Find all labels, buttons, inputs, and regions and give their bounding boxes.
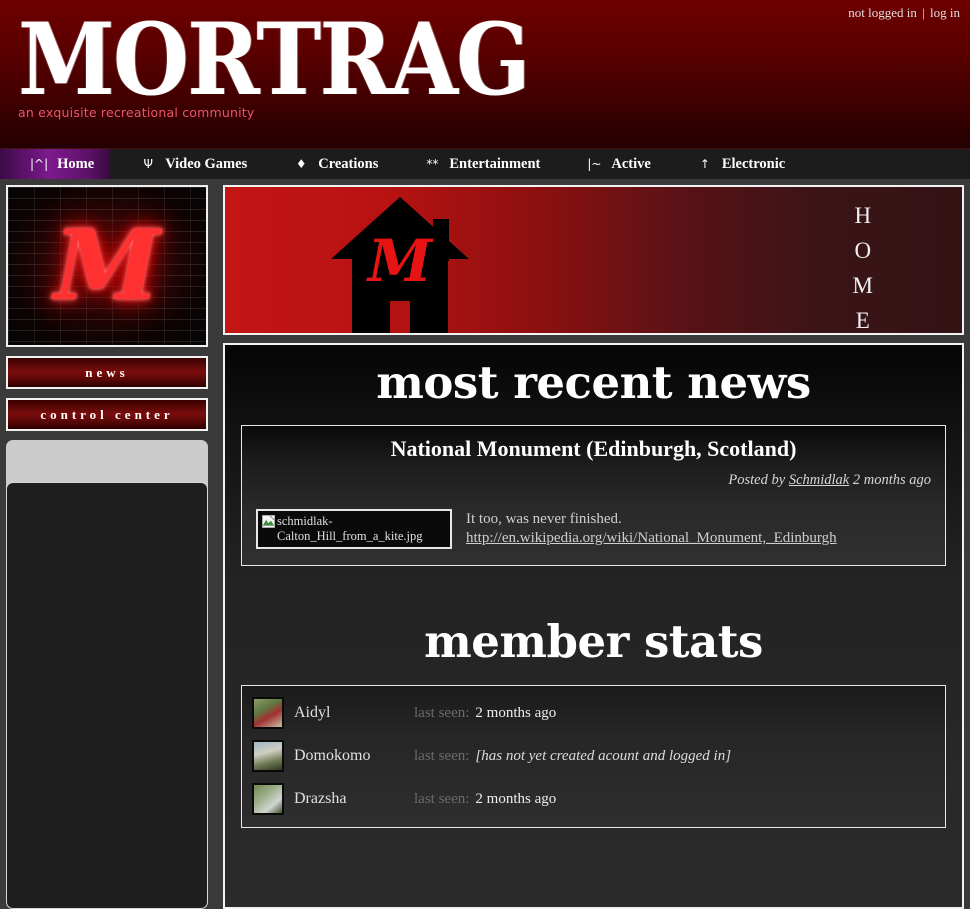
last-seen-label: last seen: <box>414 747 470 764</box>
news-post-card: National Monument (Edinburgh, Scotland) … <box>241 425 946 567</box>
nav-item-creations-label: Creations <box>318 155 379 172</box>
last-seen-value: [has not yet created acount and logged i… <box>475 747 732 764</box>
nav-item-entertainment-label: Entertainment <box>449 155 541 172</box>
nav-item-electronic[interactable]: ↑ Electronic <box>667 149 801 179</box>
login-separator: | <box>922 5 925 20</box>
members-section-title: member stats <box>424 615 763 669</box>
last-seen-value: 2 months ago <box>475 790 557 807</box>
neon-monogram-image: M <box>6 185 208 347</box>
news-post-body-line: It too, was never finished. <box>466 511 622 528</box>
news-section-title: most recent news <box>376 356 811 409</box>
nav-item-home-label: Home <box>57 155 95 172</box>
svg-text:M: M <box>366 227 434 295</box>
site-logo-text: MORTRAG <box>18 1 531 118</box>
primary-navigation: |^| Home Ψ Video Games ♦ Creations ** En… <box>0 148 970 179</box>
news-post-title: National Monument (Edinburgh, Scotland) <box>390 436 797 462</box>
log-in-link[interactable]: log in <box>930 5 960 20</box>
table-row[interactable]: Drazsha last seen: 2 months ago <box>252 778 935 821</box>
news-post-author-link[interactable]: Schmidlak <box>789 472 849 488</box>
member-name[interactable]: Drazsha <box>294 790 414 808</box>
home-icon: |^| <box>30 157 49 171</box>
sidebar-button-news[interactable]: news <box>6 356 208 389</box>
news-post-external-link[interactable]: http://en.wikipedia.org/wiki/National_Mo… <box>466 530 837 546</box>
sidebar: M news control center <box>6 185 214 909</box>
banner-letter-h: H <box>854 203 873 228</box>
nav-item-active-label: Active <box>611 155 651 172</box>
main-column: M H O M E most recent news National Monu… <box>223 185 964 909</box>
member-name[interactable]: Domokomo <box>294 747 414 765</box>
diamond-icon: ♦ <box>295 157 307 171</box>
last-seen-value: 2 months ago <box>475 704 557 721</box>
last-seen-label: last seen: <box>414 704 470 721</box>
sidebar-button-news-label: news <box>85 364 129 380</box>
broken-image-placeholder[interactable]: schmidlak-Calton_Hill_from_a_kite.jpg <box>256 509 452 550</box>
house-icon: M <box>331 197 469 333</box>
sidebar-button-control-center-label: control center <box>40 406 174 422</box>
site-header: not logged in | log in MORTRAG an exquis… <box>0 0 970 148</box>
monogram-glyph: M <box>53 209 161 322</box>
nav-item-creations[interactable]: ♦ Creations <box>263 149 394 179</box>
sidebar-panel-body <box>6 482 208 909</box>
wave-icon: |~ <box>587 157 602 171</box>
broken-image-alt-text: schmidlak-Calton_Hill_from_a_kite.jpg <box>277 514 423 543</box>
banner-letter-o: O <box>854 237 873 263</box>
news-post-text: It too, was never finished. http://en.wi… <box>466 509 837 548</box>
psi-icon: Ψ <box>143 157 153 171</box>
member-stats-list: Aidyl last seen: 2 months ago Domokomo l… <box>241 684 946 828</box>
sidebar-empty-panel <box>6 440 208 909</box>
site-logo[interactable]: MORTRAG an exquisite recreational commun… <box>18 1 556 120</box>
login-status-strip: not logged in | log in <box>848 5 960 21</box>
login-status-text: not logged in <box>848 5 917 20</box>
nav-item-entertainment[interactable]: ** Entertainment <box>394 149 556 179</box>
table-row[interactable]: Aidyl last seen: 2 months ago <box>252 692 935 735</box>
content-section: most recent news National Monument (Edin… <box>223 343 964 909</box>
banner-home-label: H O M E <box>852 199 874 333</box>
nav-item-electronic-label: Electronic <box>721 155 786 172</box>
sidebar-button-control-center[interactable]: control center <box>6 398 208 431</box>
news-post-meta: Posted by Schmidlak 2 months ago <box>256 472 931 489</box>
member-name[interactable]: Aidyl <box>294 704 414 722</box>
stars-icon: ** <box>426 157 439 171</box>
nav-item-video-games-label: Video Games <box>165 155 248 172</box>
broken-image-icon <box>262 515 275 529</box>
nav-item-active[interactable]: |~ Active <box>556 149 666 179</box>
posted-by-prefix: Posted by <box>728 472 786 489</box>
banner-letter-e: E <box>855 307 871 333</box>
home-banner: M H O M E <box>223 185 964 335</box>
arrow-up-icon: ↑ <box>699 157 710 171</box>
nav-item-home[interactable]: |^| Home <box>0 149 111 179</box>
sidebar-panel-header <box>6 440 208 488</box>
news-post-time-ago: 2 months ago <box>852 472 931 489</box>
page-body: M news control center M H O M E most rec… <box>0 179 970 909</box>
last-seen-label: last seen: <box>414 790 470 807</box>
table-row[interactable]: Domokomo last seen: [has not yet created… <box>252 735 935 778</box>
banner-letter-m: M <box>852 272 874 298</box>
avatar[interactable] <box>252 740 284 772</box>
avatar[interactable] <box>252 697 284 729</box>
news-post-body: schmidlak-Calton_Hill_from_a_kite.jpg It… <box>256 509 931 550</box>
avatar[interactable] <box>252 783 284 815</box>
nav-item-video-games[interactable]: Ψ Video Games <box>110 149 263 179</box>
